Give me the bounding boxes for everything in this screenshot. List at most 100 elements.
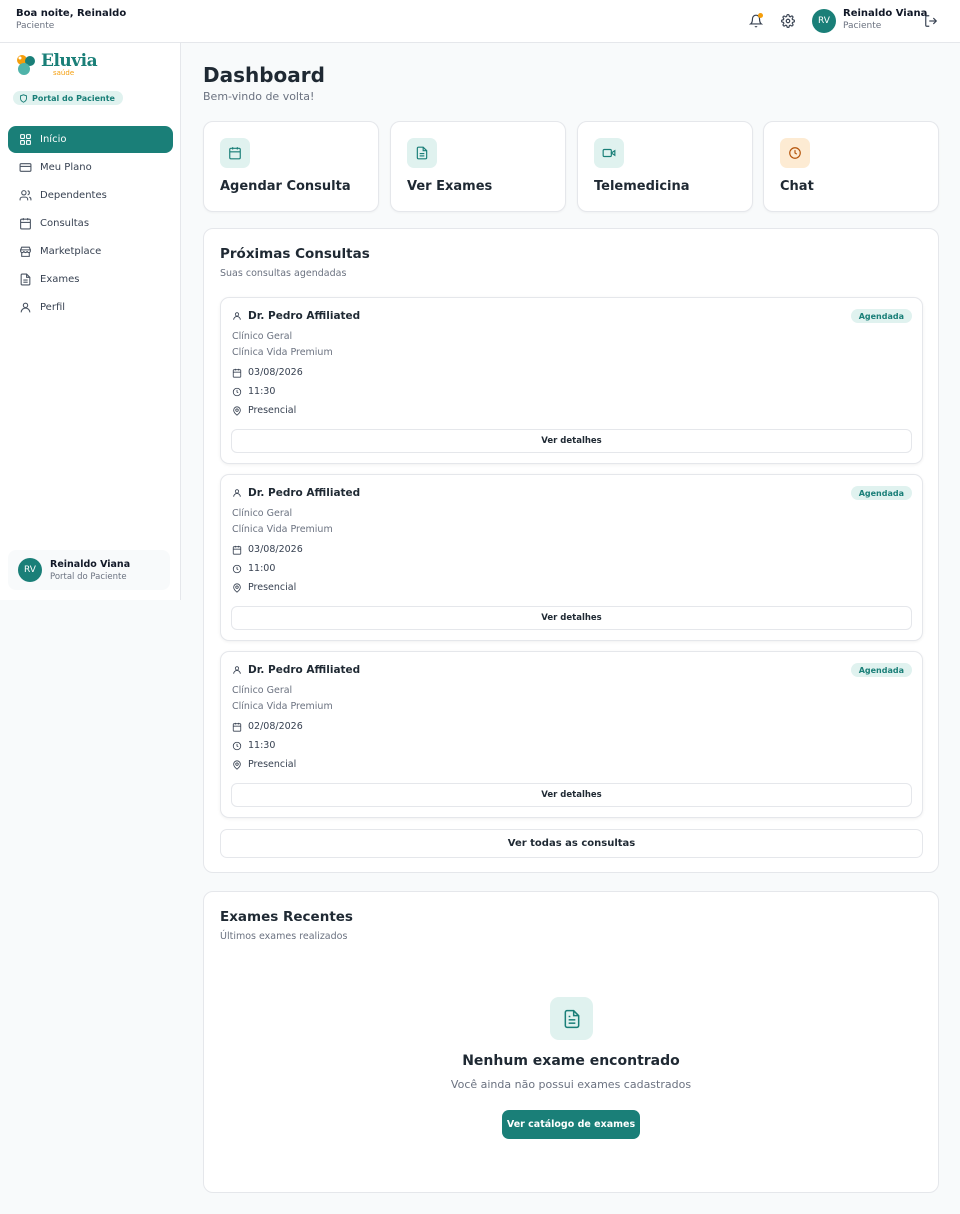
logo-mark-icon xyxy=(17,55,35,75)
logo[interactable]: Eluvia saúde xyxy=(14,53,98,77)
user-icon xyxy=(18,301,32,315)
calendar-icon xyxy=(220,138,250,168)
sidebar-item-label: Consultas xyxy=(40,218,90,229)
sidebar-item-label: Dependentes xyxy=(40,190,107,201)
appointments-title: Próximas Consultas xyxy=(220,246,370,262)
clinic: Clínica Vida Premium xyxy=(232,347,333,358)
header-user-role: Paciente xyxy=(843,21,882,31)
gear-icon[interactable] xyxy=(779,12,797,30)
sidebar-item-dependentes[interactable]: Dependentes xyxy=(8,182,173,209)
logo-sub: saúde xyxy=(53,69,75,77)
specialty: Clínico Geral xyxy=(232,685,293,696)
appointment-time: 11:30 xyxy=(248,386,276,397)
greeting-block: Boa noite, Reinaldo Paciente xyxy=(16,8,126,31)
appointment-card: Dr. Pedro Affiliated Agendada Clínico Ge… xyxy=(220,651,923,818)
appointment-date: 02/08/2026 xyxy=(248,721,303,732)
sidebar-item-meu-plano[interactable]: Meu Plano xyxy=(8,154,173,181)
sidebar-item-perfil[interactable]: Perfil xyxy=(8,294,173,321)
greeting-text: Boa noite, Reinaldo xyxy=(16,8,127,19)
sidebar-item-label: Marketplace xyxy=(40,246,102,257)
appointment-card: Dr. Pedro Affiliated Agendada Clínico Ge… xyxy=(220,474,923,641)
quick-action-label: Chat xyxy=(780,179,814,194)
status-badge: Agendada xyxy=(850,486,912,500)
map-pin-icon xyxy=(233,583,241,593)
avatar[interactable]: RV xyxy=(812,9,836,33)
file-icon xyxy=(18,273,32,287)
clinic: Clínica Vida Premium xyxy=(232,524,333,535)
quick-action-chat[interactable]: Chat xyxy=(763,121,939,212)
appointment-mode: Presencial xyxy=(248,405,297,416)
file-icon xyxy=(407,138,437,168)
sidebar-user-name: Reinaldo Viana xyxy=(50,558,131,570)
user-icon xyxy=(233,312,241,320)
calendar-icon xyxy=(232,545,242,555)
doctor-name: Dr. Pedro Affiliated xyxy=(248,664,361,676)
view-details-button[interactable]: Ver detalhes xyxy=(231,429,912,453)
sidebar-item-inicio[interactable]: Início xyxy=(8,126,173,153)
clock-icon xyxy=(232,564,242,573)
sidebar: Eluvia saúde Portal do Paciente Início M… xyxy=(0,43,181,600)
date-row: 03/08/2026 xyxy=(232,544,303,555)
quick-action-label: Agendar Consulta xyxy=(220,179,351,194)
sidebar-item-label: Perfil xyxy=(40,302,66,313)
portal-badge: Portal do Paciente xyxy=(13,91,123,105)
mode-row: Presencial xyxy=(232,582,296,593)
quick-action-agendar-consulta[interactable]: Agendar Consulta xyxy=(203,121,379,212)
empty-state-title: Nenhum exame encontrado xyxy=(462,1053,680,1069)
appointment-mode: Presencial xyxy=(248,582,297,593)
sidebar-user-role: Portal do Paciente xyxy=(50,571,127,582)
sidebar-user-card[interactable]: RV Reinaldo Viana Portal do Paciente xyxy=(8,550,170,590)
quick-action-label: Ver Exames xyxy=(407,179,493,194)
clock-icon xyxy=(232,741,242,750)
view-details-button[interactable]: Ver detalhes xyxy=(231,606,912,630)
map-pin-icon xyxy=(233,760,241,770)
doctor-row: Dr. Pedro Affiliated xyxy=(232,310,360,322)
exams-panel: Exames Recentes Últimos exames realizado… xyxy=(203,891,939,1193)
video-icon xyxy=(594,138,624,168)
sidebar-item-exames[interactable]: Exames xyxy=(8,266,173,293)
quick-action-ver-exames[interactable]: Ver Exames xyxy=(390,121,566,212)
page-title: Dashboard xyxy=(203,63,325,87)
file-icon xyxy=(550,997,593,1040)
quick-action-telemedicina[interactable]: Telemedicina xyxy=(577,121,753,212)
appointments-panel: Próximas Consultas Suas consultas agenda… xyxy=(203,228,939,873)
time-row: 11:30 xyxy=(232,386,275,397)
sidebar-item-label: Meu Plano xyxy=(40,162,92,173)
store-icon xyxy=(18,245,32,259)
sidebar-item-consultas[interactable]: Consultas xyxy=(8,210,173,237)
sidebar-item-marketplace[interactable]: Marketplace xyxy=(8,238,173,265)
exams-title: Exames Recentes xyxy=(220,909,353,925)
avatar: RV xyxy=(18,558,42,582)
clinic: Clínica Vida Premium xyxy=(232,701,333,712)
user-icon xyxy=(233,666,241,674)
date-row: 02/08/2026 xyxy=(232,721,303,732)
card-icon xyxy=(18,161,32,175)
appointment-card: Dr. Pedro Affiliated Agendada Clínico Ge… xyxy=(220,297,923,464)
header-user-name: Reinaldo Viana xyxy=(843,8,928,19)
specialty: Clínico Geral xyxy=(232,508,293,519)
view-all-appointments-button[interactable]: Ver todas as consultas xyxy=(220,829,923,858)
portal-badge-label: Portal do Paciente xyxy=(32,93,115,103)
doctor-name: Dr. Pedro Affiliated xyxy=(248,310,361,322)
time-row: 11:30 xyxy=(232,740,275,751)
sidebar-item-label: Exames xyxy=(40,274,80,285)
status-badge: Agendada xyxy=(850,663,912,677)
quick-action-label: Telemedicina xyxy=(594,179,690,194)
mode-row: Presencial xyxy=(232,759,296,770)
exams-subtitle: Últimos exames realizados xyxy=(220,931,348,942)
logout-icon[interactable] xyxy=(922,12,940,30)
greeting-role: Paciente xyxy=(16,21,55,31)
appointment-time: 11:00 xyxy=(248,563,276,574)
header-user-info[interactable]: Reinaldo Viana Paciente xyxy=(843,8,927,31)
sidebar-item-label: Início xyxy=(40,134,67,145)
empty-state-subtitle: Você ainda não possui exames cadastrados xyxy=(450,1078,692,1091)
notification-dot xyxy=(758,13,763,18)
time-row: 11:00 xyxy=(232,563,275,574)
view-details-button[interactable]: Ver detalhes xyxy=(231,783,912,807)
exam-catalog-button[interactable]: Ver catálogo de exames xyxy=(502,1110,640,1139)
appointment-time: 11:30 xyxy=(248,740,276,751)
bell-icon[interactable] xyxy=(747,12,765,30)
calendar-icon xyxy=(232,368,242,378)
shield-icon xyxy=(20,93,27,103)
users-icon xyxy=(18,189,32,203)
